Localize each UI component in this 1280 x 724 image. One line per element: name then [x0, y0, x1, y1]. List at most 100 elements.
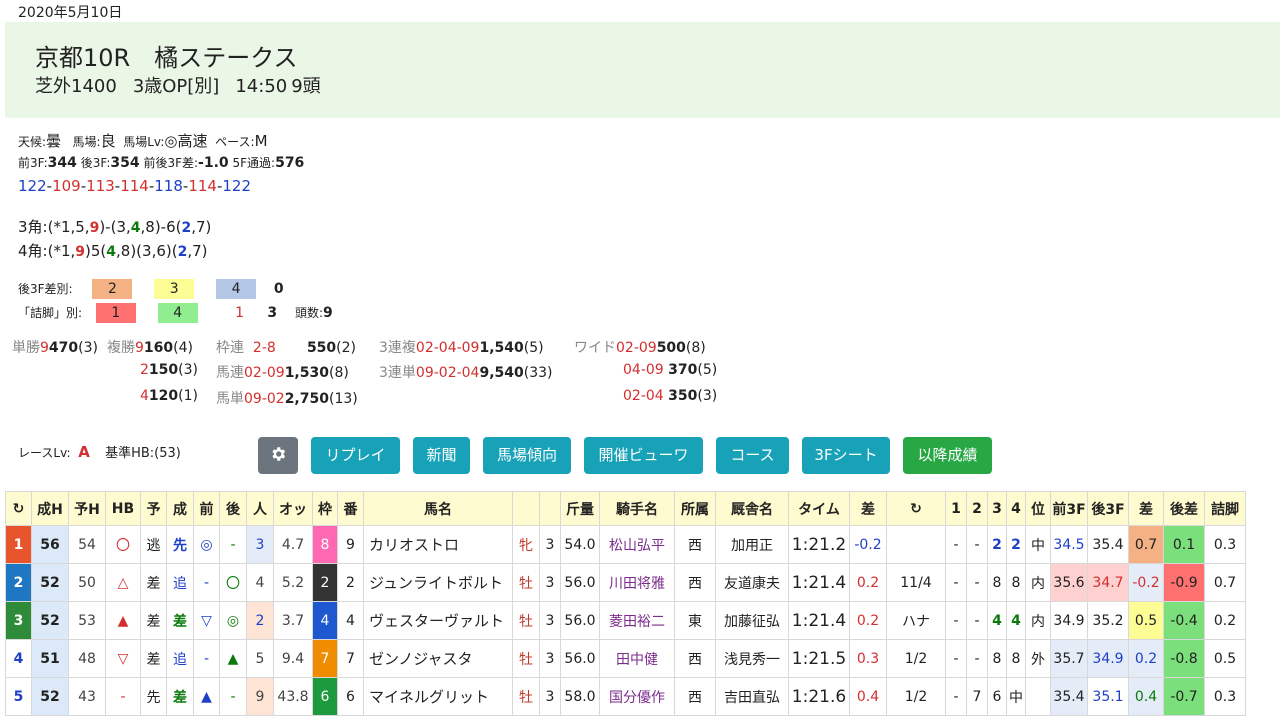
table-cell: 1:21.4	[788, 563, 850, 602]
col-header[interactable]: 予	[140, 491, 167, 526]
horse-name-cell[interactable]: ジュンライトボルト	[363, 563, 513, 602]
col-header[interactable]: 前	[193, 491, 220, 526]
table-cell: 牝	[512, 525, 540, 564]
results-table: ↻ 成H 予H HB 予 成 前 後 人 オッ 枠 番 馬名 斤量 騎手名 所属…	[5, 491, 1246, 716]
pay-combo: 9	[135, 340, 144, 356]
table-cell: 差	[140, 601, 167, 640]
col-header[interactable]: 後3F	[1087, 491, 1129, 526]
table-cell	[1025, 677, 1051, 716]
col-header[interactable]: 差	[1128, 491, 1164, 526]
race-level-value: A	[78, 443, 90, 461]
table-row[interactable]: 4 51 48 ▽ 差追 - ▲ 5 9.4 7 7 ゼンノジャスタ牡 3 56.0 田中健西浅見秀一 1:2…	[5, 639, 1246, 678]
col-header[interactable]: 騎手名	[599, 491, 675, 526]
pay-pop: (2)	[336, 340, 357, 356]
table-cell: 3	[539, 677, 561, 716]
table-row[interactable]: 2 52 50 △ 差追 - 〇 4 5.2 2 2 ジュンライトボルト牡 3 56.0 川田将雅西友道康夫…	[5, 563, 1246, 602]
reload-icon[interactable]: ↻	[5, 491, 32, 526]
table-cell: △	[105, 563, 141, 602]
col-header[interactable]: 厩舎名	[715, 491, 789, 526]
horse-name-cell[interactable]: マイネルグリット	[363, 677, 513, 716]
table-cell: 0.5	[1128, 601, 1164, 640]
f3-first: 344	[47, 155, 77, 171]
col-header[interactable]: 枠	[312, 491, 338, 526]
col-header[interactable]: 番	[337, 491, 364, 526]
pay-combo: 2	[140, 362, 149, 378]
table-cell: 6	[312, 677, 338, 716]
table-cell: 4	[246, 563, 274, 602]
col-header[interactable]: 詰脚	[1204, 491, 1246, 526]
horse-number-cell: 7	[337, 639, 364, 678]
col-header[interactable]: 後差	[1163, 491, 1205, 526]
col-header[interactable]: 1	[945, 491, 967, 526]
table-cell: 8	[1006, 563, 1026, 602]
table-cell: ◎	[219, 601, 247, 640]
lap: 114	[120, 177, 149, 195]
horse-name-cell[interactable]: ゼンノジャスタ	[363, 639, 513, 678]
replay-button[interactable]: リプレイ	[311, 437, 400, 474]
pay-pop: (3)	[178, 362, 198, 378]
table-cell: ◎	[193, 525, 220, 564]
table-cell: 1:21.6	[788, 677, 850, 716]
corner-horse: 2	[177, 244, 188, 260]
course-button[interactable]: コース	[716, 437, 789, 474]
reload-icon[interactable]: ↻	[886, 491, 946, 526]
table-cell: -	[966, 525, 988, 564]
col-header[interactable]: 前3F	[1050, 491, 1088, 526]
table-cell: -0.9	[1163, 563, 1205, 602]
table-cell: 2	[1006, 525, 1026, 564]
col-header[interactable]: 成H	[31, 491, 69, 526]
table-cell: 2	[312, 563, 338, 602]
table-cell: -	[105, 677, 141, 716]
col-header[interactable]: オッ	[273, 491, 313, 526]
table-cell: ▲	[105, 601, 141, 640]
col-header[interactable]: 後	[219, 491, 247, 526]
newspaper-button[interactable]: 新聞	[413, 437, 470, 474]
payout-fukusho-2: 2150(3)	[140, 362, 198, 378]
race-number: 京都10R	[35, 44, 131, 72]
col-header[interactable]: 予H	[68, 491, 106, 526]
table-cell: 56.0	[560, 639, 600, 678]
col-header[interactable]: HB	[105, 491, 141, 526]
ground-label: 馬場:	[72, 135, 101, 149]
table-cell: -	[945, 563, 967, 602]
col-header[interactable]: 3	[987, 491, 1007, 526]
lap-times: 122-109-113-114-118-114-122	[18, 177, 252, 195]
col-header[interactable]: 所属	[674, 491, 716, 526]
col-header[interactable]: 位	[1025, 491, 1051, 526]
table-row[interactable]: 1 56 54 〇逃先 ◎ -3 4.7 8 9 カリオストロ牝 3 54.0 松山弘平西加用正 1:21…	[5, 525, 1246, 564]
col-header[interactable]: 4	[1006, 491, 1026, 526]
col-header[interactable]: 2	[966, 491, 988, 526]
corner-text: )5(	[85, 242, 107, 260]
later-results-button[interactable]: 以降成績	[903, 437, 992, 474]
3f-sheet-button[interactable]: 3Fシート	[802, 437, 890, 474]
rank-cell: 3	[5, 601, 32, 640]
table-cell: 差	[140, 639, 167, 678]
table-cell: 牡	[512, 639, 540, 678]
table-cell: 35.7	[1050, 639, 1088, 678]
col-header[interactable]: タイム	[788, 491, 850, 526]
col-header[interactable]: 馬名	[363, 491, 513, 526]
pay-pop: (13)	[328, 391, 358, 407]
horse-name-cell[interactable]: カリオストロ	[363, 525, 513, 564]
meeting-viewer-button[interactable]: 開催ビューワ	[584, 437, 703, 474]
table-cell: 7	[312, 639, 338, 678]
track-trend-button[interactable]: 馬場傾向	[483, 437, 571, 474]
f5-pass: 576	[275, 155, 305, 171]
table-cell: 11/4	[886, 563, 946, 602]
col-header[interactable]: 差	[849, 491, 887, 526]
col-header[interactable]: 人	[246, 491, 274, 526]
col-header[interactable]: 斤量	[560, 491, 600, 526]
table-row[interactable]: 3 52 53 ▲ 差差 ▽ ◎ 2 3.7 4 4 ヴェスターヴァルト牡 3 56.0 菱田裕二東加藤征弘…	[5, 601, 1246, 640]
table-cell: 58.0	[560, 677, 600, 716]
table-cell: -	[193, 563, 220, 602]
table-cell: 34.7	[1087, 563, 1129, 602]
table-cell: 西	[674, 677, 716, 716]
pay-label: 単勝	[12, 340, 40, 356]
settings-button[interactable]	[258, 437, 298, 474]
table-cell: 国分優作	[599, 677, 675, 716]
table-row[interactable]: 5 52 43- 先差 ▲ -9 43.8 6 6 マイネルグリット牡 3 58.0 国分優作西吉田直弘…	[5, 677, 1246, 716]
table-cell: 35.1	[1087, 677, 1129, 716]
race-level-label: レースLv:	[18, 446, 71, 460]
horse-name-cell[interactable]: ヴェスターヴァルト	[363, 601, 513, 640]
col-header[interactable]: 成	[166, 491, 194, 526]
